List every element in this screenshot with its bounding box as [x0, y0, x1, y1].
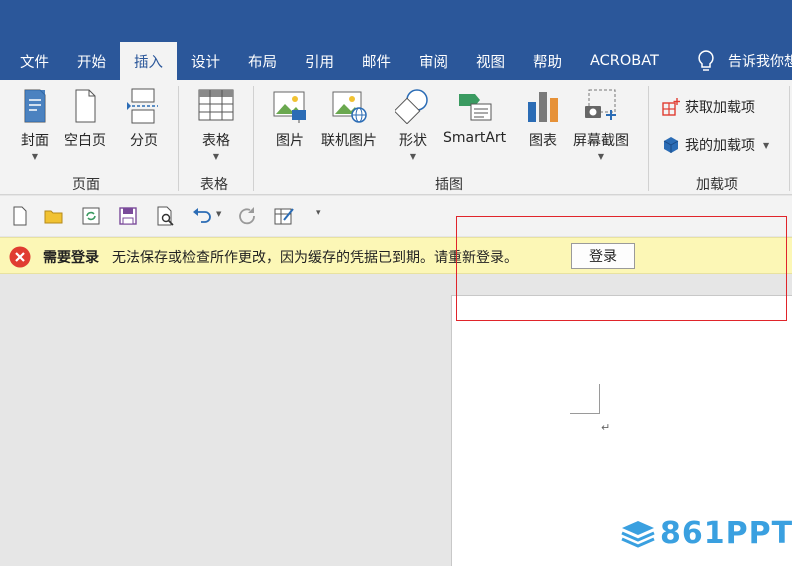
save-icon[interactable] — [118, 206, 138, 226]
table-button[interactable]: 表格 ▼ — [198, 88, 234, 161]
blank-page-label: 空白页 — [64, 133, 106, 149]
page-break-button[interactable]: 分页 — [126, 88, 162, 150]
cover-page-button[interactable]: 封面 ▼ — [17, 88, 53, 161]
group-divider — [253, 86, 254, 191]
screenshot-icon — [585, 89, 616, 120]
my-addins-button[interactable]: 我的加载项 ▼ — [662, 135, 769, 155]
my-addins-label: 我的加载项 — [685, 138, 755, 154]
tab-help[interactable]: 帮助 — [519, 42, 576, 80]
chevron-down-icon: ▼ — [763, 140, 770, 150]
picture-icon — [273, 91, 306, 123]
tab-mailings[interactable]: 邮件 — [348, 42, 405, 80]
group-label-tables: 表格 — [200, 177, 228, 193]
chevron-down-icon: ▼ — [31, 152, 39, 161]
blank-page-icon — [75, 89, 96, 123]
tab-review[interactable]: 审阅 — [405, 42, 462, 80]
tab-file[interactable]: 文件 — [0, 42, 63, 80]
open-folder-icon[interactable] — [44, 206, 64, 226]
save-sync-icon[interactable] — [81, 206, 101, 226]
cover-page-icon — [24, 89, 46, 123]
picture-button[interactable]: 图片 — [272, 88, 308, 150]
tab-design[interactable]: 设计 — [177, 42, 234, 80]
tab-view[interactable]: 视图 — [462, 42, 519, 80]
ribbon: 封面 ▼ 空白页 分页 页面 表格 ▼ 表格 图片 联机图片 形状 ▼ Smar… — [0, 80, 792, 195]
table-icon — [198, 89, 234, 121]
print-preview-icon[interactable] — [155, 206, 175, 226]
shapes-icon — [395, 89, 428, 124]
group-label-addins: 加载项 — [696, 177, 738, 193]
tab-acrobat[interactable]: ACROBAT — [576, 42, 673, 80]
smartart-label: SmartArt — [443, 130, 507, 146]
picture-label: 图片 — [276, 133, 304, 149]
margin-crop-mark — [570, 384, 600, 414]
blank-page-button[interactable]: 空白页 — [64, 88, 106, 150]
chevron-down-icon: ▼ — [212, 152, 220, 161]
chart-button[interactable]: 图表 — [525, 88, 561, 150]
group-divider — [789, 86, 790, 191]
chevron-down-icon: ▼ — [409, 152, 417, 161]
addin-cube-icon — [663, 137, 679, 153]
store-icon — [662, 98, 680, 116]
online-picture-label: 联机图片 — [321, 133, 377, 149]
get-addins-label: 获取加载项 — [685, 100, 755, 116]
watermark-logo: 861PPT — [620, 516, 792, 551]
message-title: 需要登录 — [43, 250, 99, 266]
redo-icon[interactable] — [237, 206, 257, 226]
get-addins-button[interactable]: 获取加载项 — [662, 97, 755, 117]
tab-references[interactable]: 引用 — [291, 42, 348, 80]
tab-layout[interactable]: 布局 — [234, 42, 291, 80]
tab-home[interactable]: 开始 — [63, 42, 120, 80]
group-divider — [648, 86, 649, 191]
ribbon-tabs: 文件 开始 插入 设计 布局 引用 邮件 审阅 视图 帮助 ACROBAT — [0, 42, 673, 80]
table-label: 表格 — [202, 133, 230, 149]
error-icon — [9, 246, 31, 268]
shapes-label: 形状 — [399, 133, 427, 149]
screenshot-label: 屏幕截图 — [573, 133, 629, 149]
group-divider — [178, 86, 179, 191]
screenshot-button[interactable]: 屏幕截图 ▼ — [573, 88, 629, 161]
chart-label: 图表 — [529, 133, 557, 149]
group-label-pages: 页面 — [72, 177, 100, 193]
page-break-label: 分页 — [130, 133, 158, 149]
cover-page-label: 封面 — [21, 133, 49, 149]
tell-me-search[interactable]: 告诉我你想 — [696, 42, 792, 80]
page-break-icon — [127, 88, 158, 124]
stack-logo-icon — [621, 520, 655, 548]
undo-dropdown-icon[interactable]: ▼ — [216, 210, 221, 218]
smartart-button[interactable]: SmartArt — [443, 88, 506, 146]
draw-table-icon[interactable] — [274, 206, 294, 226]
paragraph-mark: ↵ — [601, 421, 611, 434]
title-bar: 文件 开始 插入 设计 布局 引用 邮件 审阅 视图 帮助 ACROBAT 告诉… — [0, 0, 792, 80]
group-label-illustrations: 插图 — [435, 177, 463, 193]
tell-me-text: 告诉我你想 — [728, 54, 792, 70]
online-picture-button[interactable]: 联机图片 — [321, 88, 377, 150]
highlight-box — [456, 216, 787, 321]
new-document-icon[interactable] — [10, 206, 30, 226]
watermark-text: 861PPT — [660, 516, 792, 551]
undo-icon[interactable] — [192, 206, 212, 226]
chevron-down-icon: ▼ — [597, 152, 605, 161]
lightbulb-icon — [698, 50, 714, 71]
tab-insert[interactable]: 插入 — [120, 42, 177, 80]
smartart-icon — [458, 94, 492, 121]
online-picture-icon — [332, 91, 367, 123]
customize-toolbar-icon[interactable]: ▾ — [316, 208, 321, 218]
shapes-button[interactable]: 形状 ▼ — [395, 88, 431, 161]
chart-icon — [528, 92, 558, 122]
